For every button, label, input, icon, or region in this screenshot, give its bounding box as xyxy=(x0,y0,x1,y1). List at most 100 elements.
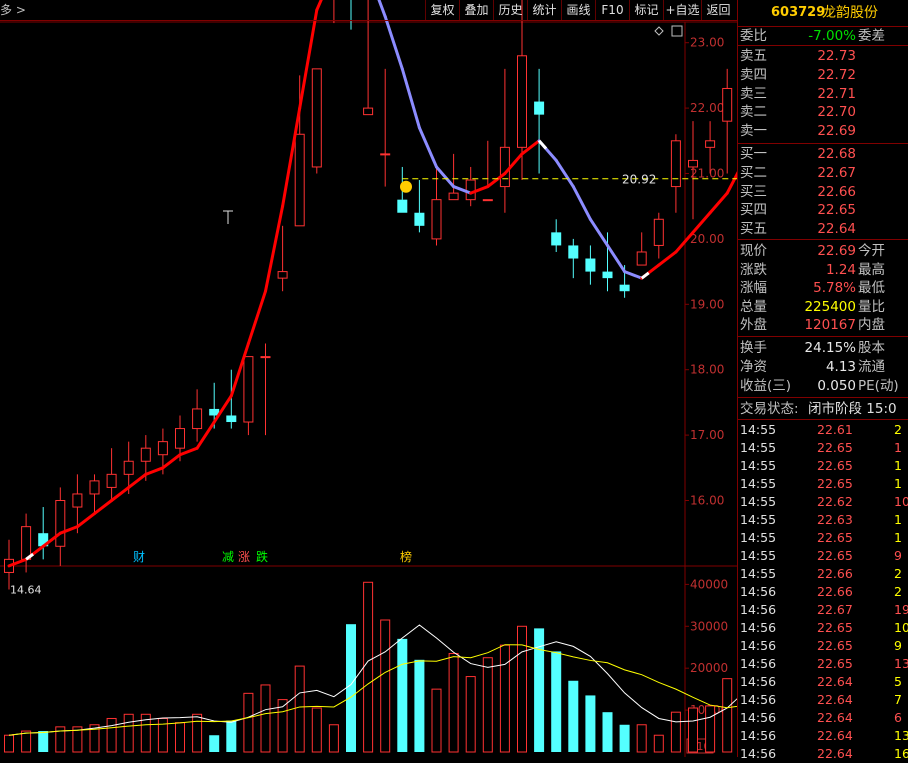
volume-bar[interactable] xyxy=(106,717,117,753)
volume-bar[interactable] xyxy=(123,713,134,753)
event-tag: 榜 xyxy=(400,549,412,564)
window-icon[interactable] xyxy=(671,25,683,37)
candle-body[interactable] xyxy=(585,258,596,272)
candle-body[interactable] xyxy=(140,447,151,462)
volume-bar[interactable] xyxy=(226,720,237,752)
volume-bar[interactable] xyxy=(636,724,647,753)
candle-body[interactable] xyxy=(123,460,134,475)
toolbar-button-2[interactable]: 历史 xyxy=(493,0,527,20)
candle-body[interactable] xyxy=(72,493,83,508)
volume-bar[interactable] xyxy=(294,665,305,753)
volume-bar[interactable] xyxy=(260,684,271,753)
volume-bar[interactable] xyxy=(243,692,254,753)
candle-body[interactable] xyxy=(226,415,237,423)
volume-bar[interactable] xyxy=(465,676,476,753)
candle-body[interactable] xyxy=(397,199,408,213)
volume-bar[interactable] xyxy=(175,722,185,753)
tick-volume: 7 xyxy=(894,692,902,707)
divider xyxy=(738,419,908,420)
volume-bar[interactable] xyxy=(380,619,391,753)
volume-bar[interactable] xyxy=(21,730,32,753)
volume-bar[interactable] xyxy=(722,678,733,753)
money-bag-icon[interactable] xyxy=(400,180,412,193)
candle-body[interactable] xyxy=(517,55,527,148)
volume-bar[interactable] xyxy=(346,624,356,752)
diamond-icon[interactable] xyxy=(654,26,664,36)
candle-body[interactable] xyxy=(55,500,66,547)
volume-bar[interactable] xyxy=(499,644,510,753)
toolbar-button-4[interactable]: 画线 xyxy=(561,0,595,20)
volume-bar[interactable] xyxy=(551,651,562,752)
candle-body[interactable] xyxy=(311,68,322,168)
volume-bar[interactable] xyxy=(448,653,459,753)
candle-body[interactable] xyxy=(705,140,716,148)
candle-body[interactable] xyxy=(175,428,185,449)
trade-status-row: 交易状态: 闭市阶段 15:0 xyxy=(738,400,908,418)
volume-bar[interactable] xyxy=(482,657,493,753)
volume-bar[interactable] xyxy=(653,734,664,753)
candle-body[interactable] xyxy=(380,153,391,156)
toolbar-button-0[interactable]: 复权 xyxy=(425,0,459,20)
toolbar-button-5[interactable]: F10 xyxy=(595,0,629,20)
volume-bar[interactable] xyxy=(363,581,374,753)
tick-row: 14:55 22.65 9 xyxy=(738,547,908,565)
volume-bar[interactable] xyxy=(431,688,442,753)
candle-body[interactable] xyxy=(465,179,476,201)
candle-body[interactable] xyxy=(499,146,510,188)
volume-bar[interactable] xyxy=(688,707,698,753)
toolbar-button-6[interactable]: 标记 xyxy=(629,0,663,20)
stock-code: 603729 xyxy=(771,5,826,20)
bid-row: 买三 22.66 xyxy=(738,183,908,201)
candle-body[interactable] xyxy=(448,192,459,201)
volume-bar[interactable] xyxy=(705,705,716,753)
period-selector[interactable]: 多 > xyxy=(0,0,26,20)
divider xyxy=(738,45,908,46)
candle-body[interactable] xyxy=(653,218,664,246)
volume-bar[interactable] xyxy=(209,735,220,752)
toolbar-button-8[interactable]: 返回 xyxy=(701,0,735,20)
candle-body[interactable] xyxy=(106,473,117,488)
low-label: 14.64 xyxy=(10,583,42,596)
candle-body[interactable] xyxy=(192,408,203,430)
candle-body[interactable] xyxy=(294,133,305,227)
tick-row: 14:56 22.65 10 xyxy=(738,619,908,637)
candle-body[interactable] xyxy=(260,356,271,359)
toolbar-button-1[interactable]: 叠加 xyxy=(459,0,493,20)
candle-body[interactable] xyxy=(89,480,100,495)
candle-body[interactable] xyxy=(21,526,32,560)
volume-bar[interactable] xyxy=(38,731,49,752)
candle-body[interactable] xyxy=(414,212,425,226)
candle-body[interactable] xyxy=(619,284,630,292)
volume-bar[interactable] xyxy=(192,713,203,753)
candle-body[interactable] xyxy=(157,441,168,456)
candle-body[interactable] xyxy=(636,251,647,266)
candle-body[interactable] xyxy=(243,356,254,423)
candle-body[interactable] xyxy=(277,271,288,279)
volume-bar[interactable] xyxy=(670,711,681,753)
volume-bar[interactable] xyxy=(311,707,322,753)
candle-body[interactable] xyxy=(551,232,562,246)
candle-body[interactable] xyxy=(431,199,442,240)
volume-bar[interactable] xyxy=(568,680,579,752)
candle-body[interactable] xyxy=(602,271,613,279)
candle-body[interactable] xyxy=(363,107,374,116)
volume-bar[interactable] xyxy=(328,724,339,753)
ask-label: 卖五 xyxy=(740,48,767,64)
volume-bar[interactable] xyxy=(585,695,596,752)
volume-bar[interactable] xyxy=(4,734,14,753)
volume-bar[interactable] xyxy=(414,659,425,752)
volume-bar[interactable] xyxy=(397,638,408,752)
candle-body[interactable] xyxy=(688,159,698,168)
toolbar-button-7[interactable]: +自选 xyxy=(663,0,701,20)
candle-body[interactable] xyxy=(482,199,493,202)
volume-bar[interactable] xyxy=(619,724,630,752)
candle-body[interactable] xyxy=(670,140,681,188)
kline-chart[interactable]: 30.0029.0028.0027.0026.0025.0024.0023.00… xyxy=(0,0,737,757)
ask-row: 卖二 22.70 xyxy=(738,103,908,121)
volume-bar[interactable] xyxy=(602,712,613,752)
candle-body[interactable] xyxy=(568,245,579,259)
ask-row: 卖五 22.73 xyxy=(738,47,908,65)
toolbar-button-3[interactable]: 统计 xyxy=(527,0,561,20)
candle-body[interactable] xyxy=(534,101,545,115)
candle-body[interactable] xyxy=(722,87,733,122)
